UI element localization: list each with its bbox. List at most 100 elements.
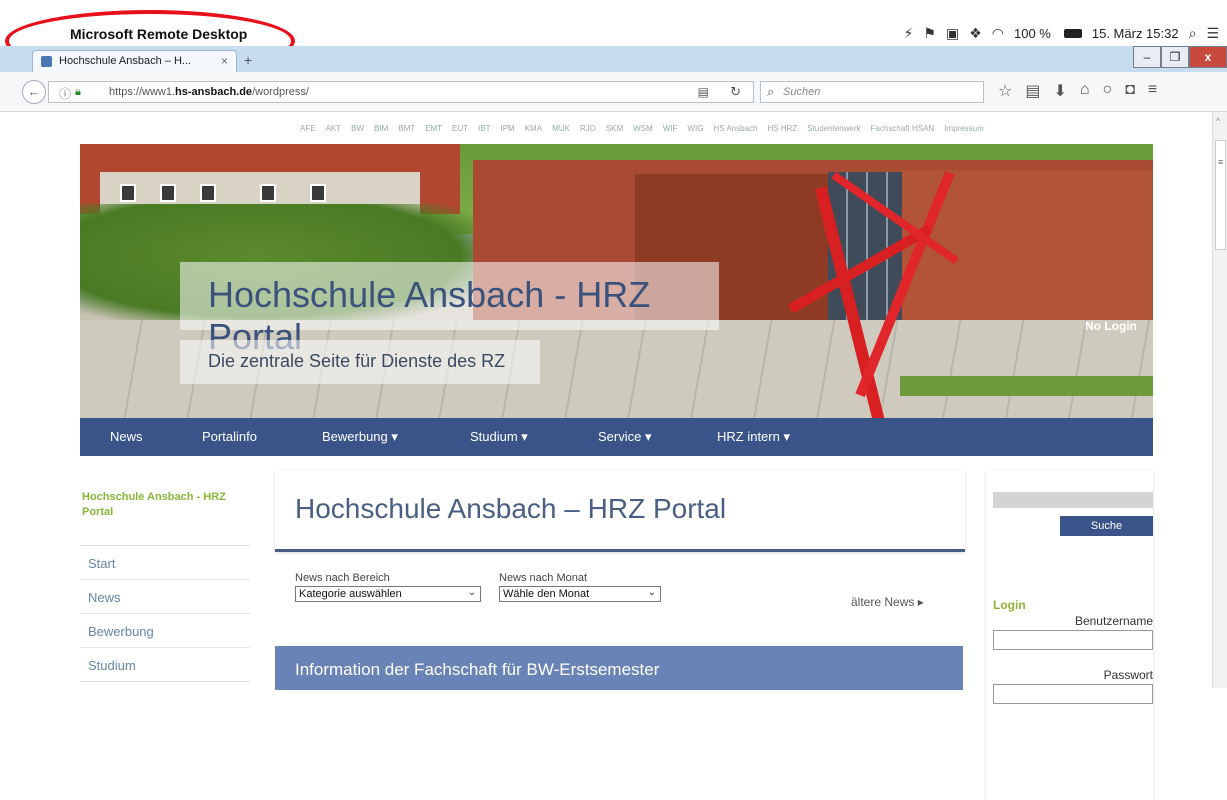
- download-icon[interactable]: ⬇: [1053, 81, 1066, 101]
- mac-menubar: Microsoft Remote Desktop ⚡︎ ⚑ ▣ ❖ ◠ 100 …: [0, 22, 1227, 46]
- browser-toolbar: ← ⓘ 🔒︎ https://www1.hs-ansbach.de/wordpr…: [0, 72, 1227, 112]
- scroll-up-icon[interactable]: ^: [1216, 116, 1220, 126]
- nav-bewerbung[interactable]: Bewerbung ▾: [322, 429, 398, 445]
- top-link[interactable]: MUK: [552, 124, 570, 133]
- bookmarks-list-icon[interactable]: ▤: [1025, 81, 1040, 101]
- main-nav: News Portalinfo Bewerbung ▾ Studium ▾ Se…: [80, 418, 1153, 456]
- url-path: /wordpress/: [252, 86, 309, 98]
- main-content: Hochschule Ansbach – HRZ Portal News nac…: [275, 470, 965, 690]
- top-link[interactable]: KMA: [525, 124, 542, 133]
- older-news-link[interactable]: ältere News ▸: [851, 595, 924, 609]
- toolbar-icons: ☆ ▤ ⬇ ⌂ ○ ◘ ≡: [998, 81, 1157, 101]
- input-icon[interactable]: ⚑: [923, 25, 936, 42]
- info-icon[interactable]: ⓘ: [59, 85, 71, 102]
- top-link[interactable]: HS Ansbach: [713, 124, 757, 133]
- login-heading: Login: [993, 598, 1026, 612]
- scrollbar[interactable]: ^ ≡: [1212, 112, 1227, 688]
- top-link[interactable]: Fachschaft HSAN: [871, 124, 935, 133]
- menu-icon[interactable]: ≡: [1148, 81, 1157, 101]
- search-button[interactable]: Suche: [1060, 516, 1153, 536]
- top-link[interactable]: SKM: [606, 124, 623, 133]
- web-page: AFE AKT BW BIM BMT EMT EUT IBT IPM KMA MUK RJO SKM WS…: [0, 112, 1212, 800]
- nav-studium[interactable]: Studium ▾: [470, 429, 528, 445]
- nav-service[interactable]: Service ▾: [598, 429, 652, 445]
- password-label: Passwort: [1103, 668, 1153, 682]
- top-link[interactable]: RJO: [580, 124, 596, 133]
- url-bar[interactable]: ⓘ 🔒︎ https://www1.hs-ansbach.de/wordpres…: [48, 81, 754, 103]
- lock-icon[interactable]: 🔒︎: [75, 86, 81, 99]
- top-link[interactable]: WIG: [687, 124, 703, 133]
- dropbox-icon[interactable]: ❖: [969, 25, 982, 42]
- username-label: Benutzername: [1074, 614, 1153, 628]
- search-box[interactable]: ⌕ Suchen: [760, 81, 984, 103]
- battery-percent[interactable]: 100 %: [1014, 26, 1051, 41]
- favicon-icon: [41, 56, 52, 67]
- reload-icon[interactable]: ↻: [730, 84, 741, 100]
- window-controls: – ❐ x: [1133, 46, 1227, 68]
- news-heading[interactable]: Information der Fachschaft für BW-Erstse…: [295, 660, 659, 680]
- window-close-button[interactable]: x: [1189, 46, 1227, 68]
- clipboard-icon[interactable]: ▣: [946, 25, 959, 42]
- top-link[interactable]: AFE: [300, 124, 316, 133]
- right-column: Suche Login Benutzername Passwort: [986, 470, 1153, 800]
- sidebar-heading[interactable]: Hochschule Ansbach - HRZ Portal: [80, 474, 250, 546]
- password-field[interactable]: [993, 684, 1153, 704]
- top-link[interactable]: IBT: [478, 124, 490, 133]
- category-select[interactable]: Kategorie auswählen ⌄: [295, 586, 481, 602]
- site-search-input[interactable]: [993, 492, 1153, 508]
- chevron-down-icon: ⌄: [647, 587, 656, 598]
- cursor-icon[interactable]: ⚡︎: [904, 25, 914, 42]
- minimize-button[interactable]: –: [1133, 46, 1161, 68]
- url-domain: hs-ansbach.de: [175, 86, 253, 98]
- chevron-down-icon: ⌄: [467, 587, 476, 598]
- top-link[interactable]: BIM: [374, 124, 388, 133]
- nav-portalinfo[interactable]: Portalinfo: [202, 429, 257, 444]
- top-link[interactable]: HS HRZ: [767, 124, 797, 133]
- top-link[interactable]: BW: [351, 124, 364, 133]
- pocket-icon[interactable]: ◘: [1125, 81, 1135, 101]
- status-tray: ⚡︎ ⚑ ▣ ❖ ◠ 100 % 15. März 15:32 ⌕ ☰: [904, 25, 1219, 42]
- top-links: AFE AKT BW BIM BMT EMT EUT IBT IPM KMA MUK RJO SKM WS…: [300, 124, 984, 133]
- page-title-card: Hochschule Ansbach – HRZ Portal: [275, 470, 965, 552]
- browser-tab[interactable]: Hochschule Ansbach – H... ×: [32, 50, 237, 72]
- notification-list-icon[interactable]: ☰: [1206, 25, 1219, 42]
- hero-banner: Hochschule Ansbach - HRZ Portal Die zent…: [80, 144, 1153, 418]
- top-link[interactable]: EUT: [452, 124, 468, 133]
- top-link[interactable]: Studentenwerk: [807, 124, 860, 133]
- username-field[interactable]: [993, 630, 1153, 650]
- new-tab-icon[interactable]: +: [244, 52, 252, 68]
- battery-icon[interactable]: [1063, 29, 1082, 38]
- top-link[interactable]: AKT: [326, 124, 342, 133]
- top-link[interactable]: WIF: [663, 124, 678, 133]
- bookmark-star-icon[interactable]: ☆: [998, 81, 1012, 101]
- search-placeholder: Suchen: [783, 86, 821, 98]
- wifi-icon[interactable]: ◠: [992, 25, 1004, 42]
- back-button[interactable]: ←: [22, 80, 46, 104]
- top-link[interactable]: WSM: [633, 124, 653, 133]
- search-icon: ⌕: [767, 84, 775, 99]
- reader-view-icon[interactable]: ▤: [698, 85, 709, 99]
- sidebar-item-news[interactable]: News: [80, 580, 250, 614]
- hero-subtitle: Die zentrale Seite für Dienste des RZ: [208, 351, 506, 371]
- month-select[interactable]: Wähle den Monat ⌄: [499, 586, 661, 602]
- sidebar-item-start[interactable]: Start: [80, 546, 250, 580]
- top-link[interactable]: IPM: [500, 124, 514, 133]
- hero-subtitle-box: Die zentrale Seite für Dienste des RZ: [180, 340, 540, 384]
- close-tab-icon[interactable]: ×: [221, 54, 228, 68]
- top-link[interactable]: Impressum: [944, 124, 984, 133]
- nav-news[interactable]: News: [110, 429, 143, 444]
- sidebar-item-studium[interactable]: Studium: [80, 648, 250, 682]
- chat-icon[interactable]: ○: [1103, 81, 1113, 101]
- nav-hrz-intern[interactable]: HRZ intern ▾: [717, 429, 790, 445]
- sidebar-item-bewerbung[interactable]: Bewerbung: [80, 614, 250, 648]
- scroll-thumb[interactable]: ≡: [1215, 140, 1226, 250]
- maximize-button[interactable]: ❐: [1161, 46, 1189, 68]
- login-status[interactable]: No Login: [1085, 319, 1137, 333]
- url-prefix: https://www1.: [109, 86, 176, 98]
- clock[interactable]: 15. März 15:32: [1092, 26, 1179, 41]
- spotlight-icon[interactable]: ⌕: [1189, 25, 1197, 42]
- home-icon[interactable]: ⌂: [1080, 81, 1090, 101]
- top-link[interactable]: EMT: [425, 124, 442, 133]
- top-link[interactable]: BMT: [398, 124, 415, 133]
- app-name[interactable]: Microsoft Remote Desktop: [70, 26, 247, 42]
